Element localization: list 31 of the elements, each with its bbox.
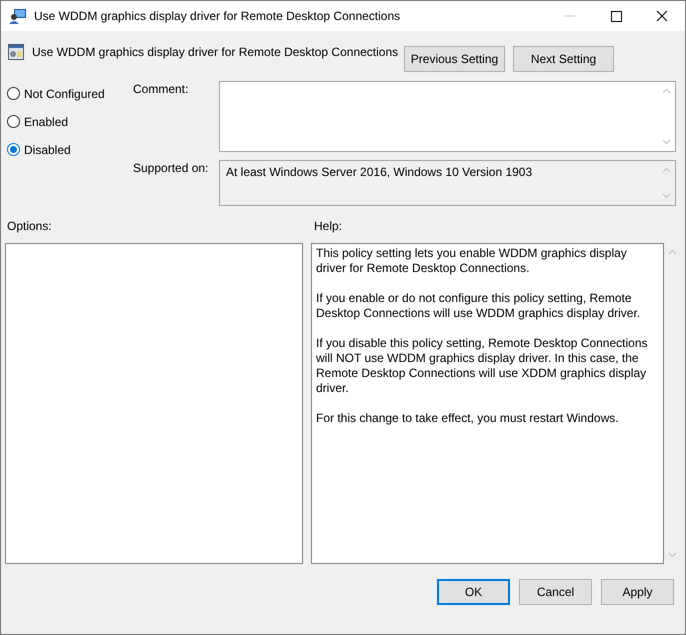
help-paragraph: For this change to take effect, you must restart Windows.: [316, 411, 620, 426]
scroll-down-icon[interactable]: [662, 193, 671, 199]
help-paragraph: If you enable or do not configure this policy setting, Remote Desktop Connections will use WDDM graphics display driver.: [316, 291, 642, 321]
nav-button[interactable]: Next Setting: [513, 46, 614, 72]
setting-title: Use WDDM graphics display driver for Remote Desktop Connections: [32, 45, 400, 59]
scroll-up-icon[interactable]: [662, 88, 671, 94]
radio-label: Enabled: [24, 114, 68, 128]
help-paragraph: If you disable this policy setting, Remote Desktop Connections will NOT use WDDM graphics display driver. In this case, the Remote Desktop Connections will use XDDM graphics display driver.: [316, 336, 649, 396]
radio-label: Not Configured: [24, 86, 105, 100]
scroll-down-icon[interactable]: [668, 552, 677, 558]
computer-user-icon: [9, 8, 27, 24]
supported-on-label: Supported on:: [133, 160, 210, 177]
scroll-down-icon[interactable]: [662, 139, 671, 145]
radio-button[interactable]: [7, 87, 20, 100]
supported-on-text: At least Windows Server 2016, Windows 10 Version 1903: [226, 165, 532, 179]
radio-label: Disabled: [24, 142, 71, 156]
dialog-button[interactable]: Cancel: [519, 579, 592, 605]
dialog-button[interactable]: Apply: [601, 579, 674, 605]
radio-button[interactable]: [7, 115, 20, 128]
comment-label: Comment:: [133, 81, 190, 98]
nav-button[interactable]: Previous Setting: [404, 46, 505, 72]
policy-icon: [8, 44, 24, 60]
scroll-up-icon[interactable]: [668, 249, 677, 255]
scroll-up-icon[interactable]: [662, 167, 671, 173]
help-paragraph: This policy setting lets you enable WDDM graphics display driver for Remote Desktop Connections.: [316, 246, 628, 276]
help-label: Help:: [314, 219, 342, 233]
comment-field[interactable]: [219, 81, 676, 152]
dialog-button[interactable]: OK: [437, 579, 510, 605]
options-label: Options:: [6, 219, 53, 233]
radio-button[interactable]: [7, 143, 20, 156]
window-title: Use WDDM graphics display driver for Remote Desktop Connections: [34, 9, 402, 23]
